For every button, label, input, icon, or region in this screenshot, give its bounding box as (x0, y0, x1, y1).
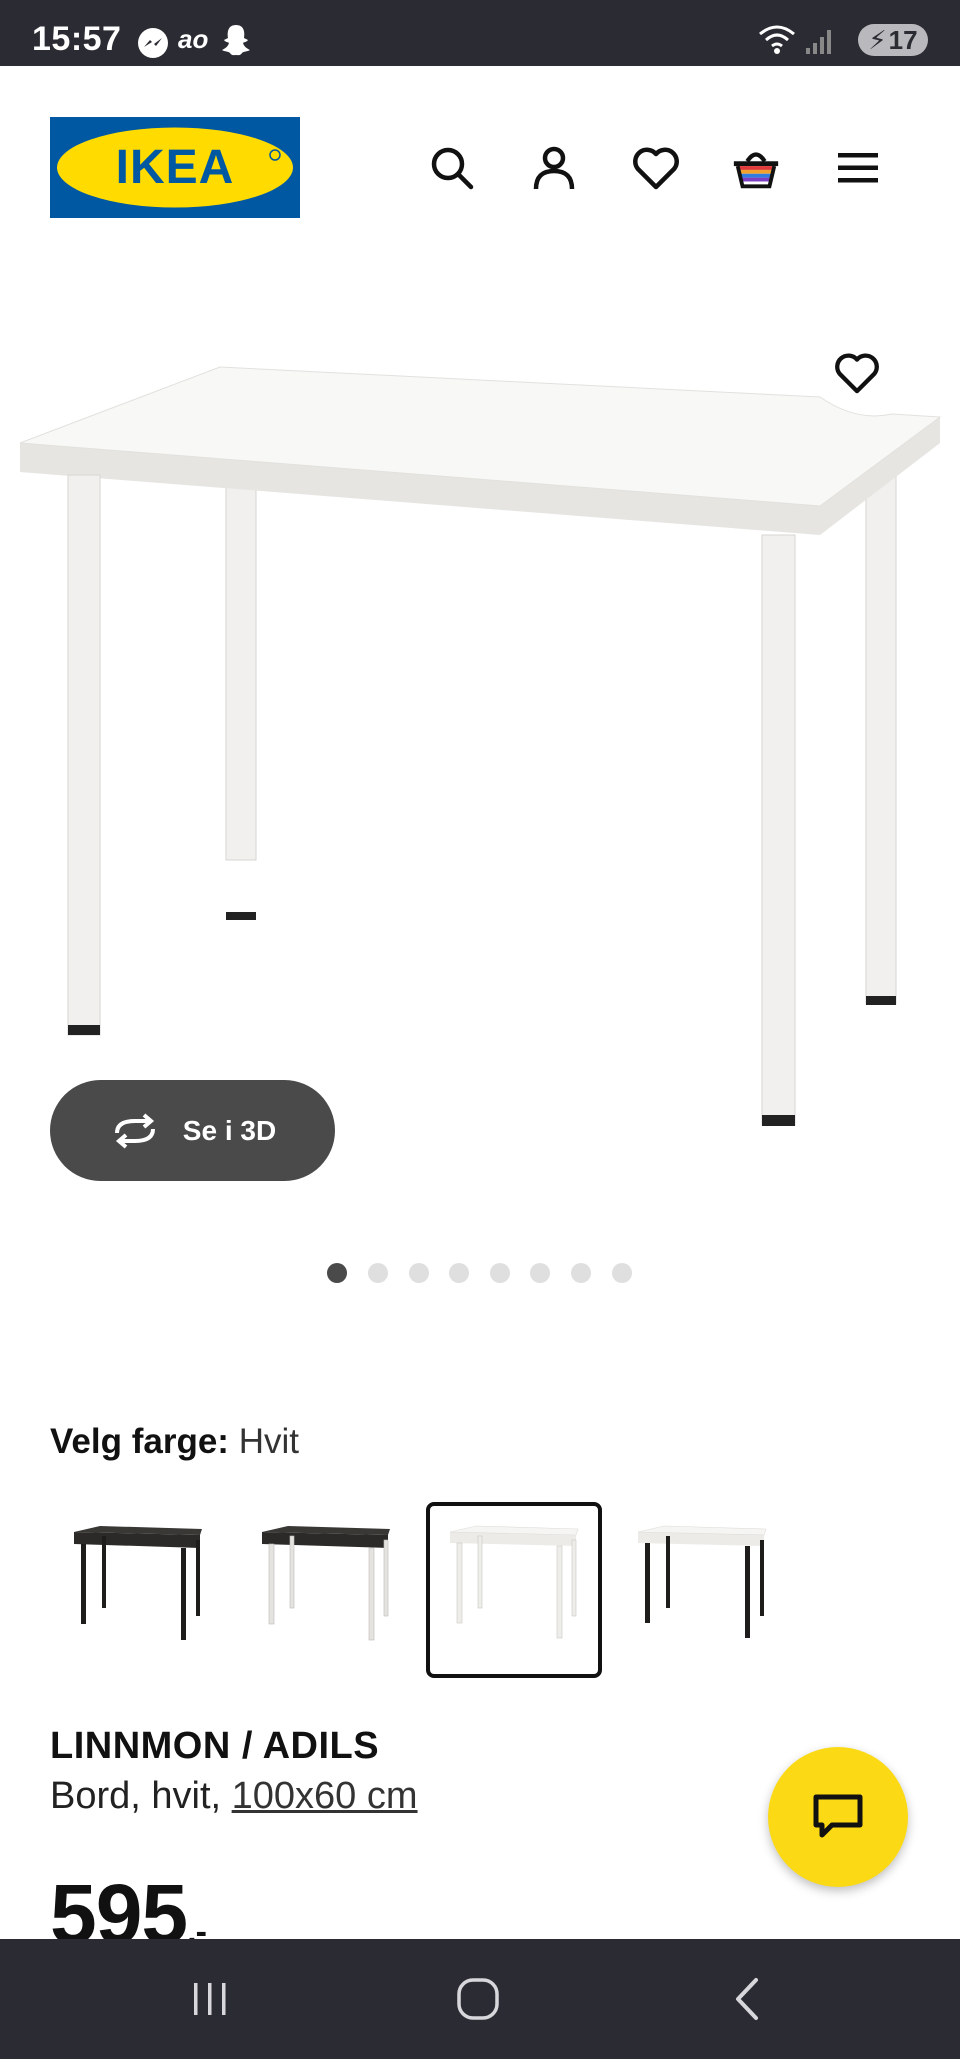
heart-icon (835, 353, 879, 394)
color-option-black-brown-white[interactable] (238, 1502, 414, 1678)
color-option-white-white[interactable] (426, 1502, 602, 1678)
chat-button[interactable] (768, 1747, 908, 1887)
color-label-value: Hvit (238, 1422, 299, 1461)
messenger-icon (138, 28, 168, 58)
site-header: IKEA (0, 66, 960, 236)
view-3d-label: Se i 3D (182, 1114, 277, 1146)
product-description: Bord, hvit, 100x60 cm (50, 1775, 418, 1818)
color-label-key: Velg farge: (50, 1422, 229, 1461)
battery-level: 17 (888, 24, 918, 55)
recent-apps-button[interactable] (180, 1969, 240, 2029)
add-to-favorites-button[interactable] (830, 346, 884, 400)
pagination-dot[interactable] (571, 1263, 591, 1283)
ikea-logo[interactable]: IKEA (50, 117, 300, 218)
image-pagination (0, 1263, 960, 1283)
product-image[interactable] (0, 340, 960, 1150)
status-right: ⚡ 17 (758, 20, 928, 60)
ikea-logo-graphic: IKEA (50, 117, 300, 218)
home-button[interactable] (448, 1969, 508, 2029)
color-option-black-brown-black[interactable] (50, 1502, 226, 1678)
pagination-dot[interactable] (327, 1263, 347, 1283)
signal-icon (806, 30, 831, 54)
svg-text:IKEA: IKEA (116, 141, 235, 194)
color-label: Velg farge: Hvit (50, 1422, 299, 1462)
pagination-dot[interactable] (490, 1263, 510, 1283)
view-3d-button[interactable]: Se i 3D (50, 1080, 335, 1181)
pagination-dot[interactable] (449, 1263, 469, 1283)
pagination-dot[interactable] (612, 1263, 632, 1283)
status-time: 15:57 (32, 20, 122, 58)
charging-icon: ⚡ (868, 24, 887, 55)
color-option-white-black[interactable] (614, 1502, 790, 1678)
pagination-dot[interactable] (409, 1263, 429, 1283)
chat-icon (813, 1794, 863, 1838)
pagination-dot[interactable] (530, 1263, 550, 1283)
system-navigation-bar (0, 1939, 960, 2059)
rotate-3d-icon (114, 1112, 155, 1149)
recent-apps-icon (194, 1983, 226, 2015)
wifi-icon (759, 25, 795, 54)
heart-icon[interactable] (630, 142, 682, 194)
back-button[interactable] (718, 1969, 778, 2029)
product-name: LINNMON / ADILS (50, 1725, 380, 1767)
menu-icon[interactable] (832, 142, 884, 194)
status-app-text: ao (178, 24, 209, 54)
home-icon (457, 1978, 499, 2020)
search-icon[interactable] (426, 142, 478, 194)
user-icon[interactable] (528, 142, 580, 194)
back-icon (736, 1978, 758, 2020)
snapchat-icon (222, 25, 250, 56)
status-bar: 15:57 ao ⚡ 17 (0, 0, 960, 66)
battery-indicator: ⚡ 17 (858, 24, 928, 56)
pagination-dot[interactable] (368, 1263, 388, 1283)
basket-icon[interactable] (730, 142, 782, 194)
product-description-text: Bord, hvit, (50, 1775, 232, 1817)
product-size-link[interactable]: 100x60 cm (232, 1775, 418, 1817)
